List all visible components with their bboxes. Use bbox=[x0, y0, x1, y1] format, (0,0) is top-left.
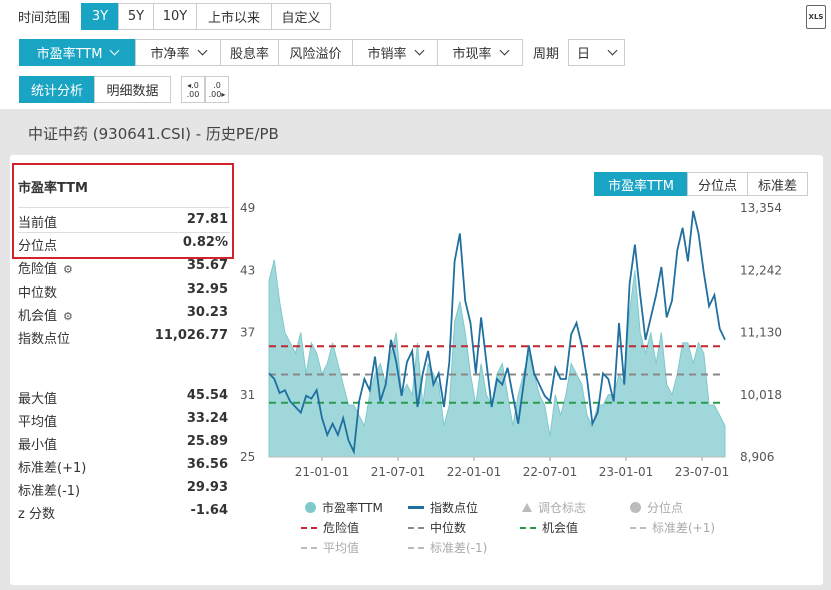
legend-label: 机会值 bbox=[542, 521, 579, 535]
stat-mean-label: 平均值 bbox=[18, 415, 58, 430]
legend-item[interactable]: 平均值 bbox=[301, 539, 359, 556]
stat-mean: 平均值 33.24 bbox=[18, 411, 228, 430]
metric-ps[interactable]: 市销率 bbox=[352, 39, 438, 66]
stat-index-points-label: 指数点位 bbox=[18, 332, 71, 347]
legend-label: 标准差(-1) bbox=[430, 541, 488, 555]
stat-median: 中位数 32.95 bbox=[18, 282, 228, 301]
legend-label: 中位数 bbox=[430, 521, 467, 535]
decimal-increase-button[interactable]: ◂.0.00 bbox=[181, 76, 205, 103]
gear-icon[interactable]: ⚙ bbox=[63, 263, 73, 276]
period-select[interactable]: 日 bbox=[568, 39, 626, 66]
legend-label: 调仓标志 bbox=[538, 501, 587, 515]
stat-opportunity-value: 30.23 bbox=[186, 305, 228, 320]
metric-dividend-yield[interactable]: 股息率 bbox=[220, 39, 279, 66]
stat-opportunity-label: 机会值 bbox=[18, 309, 58, 324]
stat-std-plus: 标准差(+1) 36.56 bbox=[18, 457, 228, 476]
legend-marker-icon bbox=[408, 506, 424, 509]
decimal-increase-icon-line2: .00 bbox=[186, 89, 200, 99]
tab-detail-data[interactable]: 明细数据 bbox=[94, 76, 171, 103]
stat-max-value: 45.54 bbox=[186, 388, 228, 403]
page-title: 中证中药 (930641.CSI) - 历史PE/PB bbox=[28, 125, 279, 143]
export-xls-icon[interactable]: XLS bbox=[806, 5, 826, 29]
legend-item[interactable]: 机会值 bbox=[520, 519, 578, 536]
stat-std-plus-value: 36.56 bbox=[186, 457, 228, 472]
time-range-custom[interactable]: 自定义 bbox=[271, 3, 332, 30]
stat-mean-value: 33.24 bbox=[186, 411, 228, 426]
stat-std-plus-label: 标准差(+1) bbox=[18, 461, 87, 476]
legend-item[interactable]: 分位点 bbox=[630, 499, 683, 516]
stat-opportunity: 机会值 ⚙ 30.23 bbox=[18, 305, 228, 324]
stat-index-points: 指数点位 11,026.77 bbox=[18, 328, 228, 347]
chart-tab-pe[interactable]: 市盈率TTM bbox=[594, 172, 688, 196]
metric-pb[interactable]: 市净率 bbox=[135, 39, 221, 66]
highlight-box bbox=[12, 163, 234, 259]
stat-std-minus-value: 29.93 bbox=[186, 480, 228, 495]
stat-z-score: z 分数 -1.64 bbox=[18, 503, 228, 522]
stat-std-minus: 标准差(-1) 29.93 bbox=[18, 480, 228, 499]
stat-z-value: -1.64 bbox=[190, 503, 228, 518]
stat-median-label: 中位数 bbox=[18, 286, 58, 301]
stat-max: 最大值 45.54 bbox=[18, 388, 228, 407]
time-range-label: 时间范围 bbox=[18, 11, 71, 26]
metric-pcf[interactable]: 市现率 bbox=[437, 39, 523, 66]
stat-median-value: 32.95 bbox=[186, 282, 228, 297]
legend-label: 平均值 bbox=[323, 541, 360, 555]
stat-danger-value: 35.67 bbox=[186, 258, 228, 273]
legend-label: 市盈率TTM bbox=[322, 501, 383, 515]
tab-statistics[interactable]: 统计分析 bbox=[19, 76, 95, 103]
gear-icon[interactable]: ⚙ bbox=[63, 310, 73, 323]
stat-min-label: 最小值 bbox=[18, 438, 58, 453]
stat-z-label: z 分数 bbox=[18, 507, 55, 522]
legend-item[interactable]: 标准差(+1) bbox=[630, 519, 715, 536]
legend-marker-icon bbox=[630, 526, 646, 529]
stat-danger-label: 危险值 bbox=[18, 262, 58, 277]
legend-marker-icon bbox=[305, 502, 316, 513]
legend-label: 指数点位 bbox=[430, 501, 479, 515]
period-label: 周期 bbox=[533, 47, 560, 62]
time-range-since-listing[interactable]: 上市以来 bbox=[196, 3, 273, 30]
legend-marker-icon bbox=[522, 503, 532, 512]
legend-marker-icon bbox=[301, 526, 317, 529]
stat-min-value: 25.89 bbox=[186, 434, 228, 449]
stat-std-minus-label: 标准差(-1) bbox=[18, 484, 81, 499]
decimal-decrease-button[interactable]: .0.00▸ bbox=[205, 76, 229, 103]
metric-risk-premium[interactable]: 风险溢价 bbox=[278, 39, 353, 66]
chart-tab-std[interactable]: 标准差 bbox=[747, 172, 808, 196]
decimal-increase-icon: ◂.0 bbox=[187, 80, 199, 90]
legend-item[interactable]: 指数点位 bbox=[408, 499, 478, 516]
legend-marker-icon bbox=[520, 526, 536, 529]
stat-danger: 危险值 ⚙ 35.67 bbox=[18, 258, 228, 277]
legend-item[interactable]: 中位数 bbox=[408, 519, 466, 536]
stat-min: 最小值 25.89 bbox=[18, 434, 228, 453]
legend-marker-icon bbox=[408, 526, 424, 529]
decimal-decrease-icon-line2: .00▸ bbox=[208, 89, 226, 99]
decimal-decrease-icon: .0 bbox=[213, 80, 221, 90]
time-range-3y[interactable]: 3Y bbox=[81, 3, 120, 30]
time-range-5y[interactable]: 5Y bbox=[118, 3, 155, 30]
legend-marker-icon bbox=[408, 546, 424, 549]
stat-max-label: 最大值 bbox=[18, 392, 58, 407]
time-range-10y[interactable]: 10Y bbox=[153, 3, 198, 30]
stat-index-points-value: 11,026.77 bbox=[154, 328, 228, 343]
legend-marker-icon bbox=[630, 502, 641, 513]
metric-pe-ttm[interactable]: 市盈率TTM bbox=[19, 39, 136, 66]
legend-item[interactable]: 市盈率TTM bbox=[305, 499, 383, 516]
legend-label: 标准差(+1) bbox=[652, 521, 716, 535]
legend-label: 分位点 bbox=[647, 501, 684, 515]
legend-item[interactable]: 调仓标志 bbox=[522, 499, 586, 516]
chart-tab-percentile[interactable]: 分位点 bbox=[687, 172, 748, 196]
legend-label: 危险值 bbox=[323, 521, 360, 535]
legend-item[interactable]: 危险值 bbox=[301, 519, 359, 536]
legend-marker-icon bbox=[301, 546, 317, 549]
legend-item[interactable]: 标准差(-1) bbox=[408, 539, 487, 556]
